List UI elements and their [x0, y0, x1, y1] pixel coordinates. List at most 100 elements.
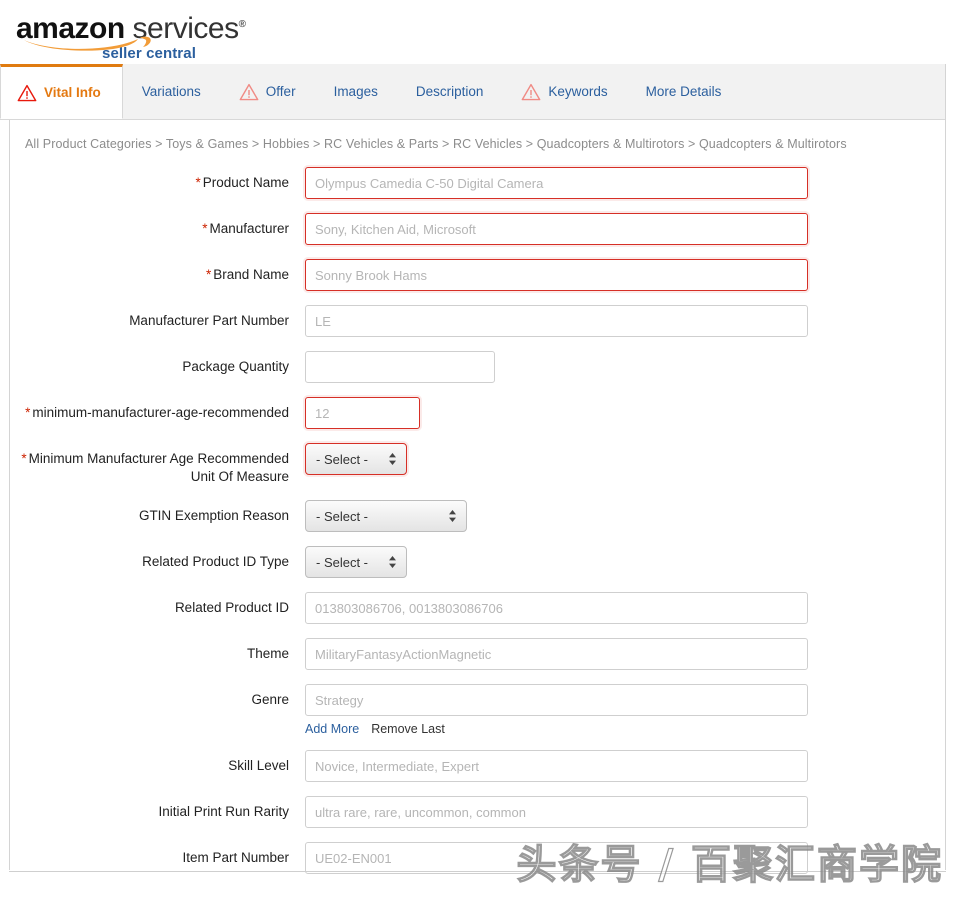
tab-keywords[interactable]: Keywords	[502, 64, 626, 119]
field-label-initial-print-run-rarity: Initial Print Run Rarity	[0, 796, 305, 821]
field-label-text: Brand Name	[213, 267, 289, 282]
field-label-manufacturer: * Manufacturer	[0, 213, 305, 238]
input-manufacturer[interactable]	[305, 213, 808, 245]
vital-info-form: *Product Name*Manufacturer*Brand NameMan…	[0, 151, 955, 874]
field-wrapper	[305, 397, 955, 429]
select-minimum-manufacturer-age-recommended-unit-of-measure[interactable]: - Select -	[305, 443, 407, 475]
required-marker: *	[202, 221, 208, 236]
add-more-link[interactable]: Add More	[305, 722, 359, 736]
tab-offer[interactable]: Offer	[220, 64, 315, 119]
page-bottom-divider	[9, 871, 946, 872]
field-wrapper: - Select -	[305, 546, 955, 578]
required-marker: *	[195, 175, 201, 190]
field-label-text: Manufacturer Part Number	[129, 313, 289, 328]
field-wrapper	[305, 796, 955, 828]
seller-central-page: amazon services® seller central Vital In…	[0, 0, 955, 898]
required-marker: *	[25, 405, 31, 420]
tab-more-details[interactable]: More Details	[627, 64, 741, 119]
field-wrapper	[305, 167, 955, 199]
tab-images[interactable]: Images	[315, 64, 397, 119]
select-wrapper: - Select -	[305, 546, 407, 578]
logo-wordmark: amazon services®	[16, 10, 246, 45]
breadcrumb[interactable]: All Product Categories > Toys & Games > …	[0, 120, 955, 151]
form-row-initial-print-run-rarity: Initial Print Run Rarity	[0, 796, 955, 828]
page-left-border	[9, 120, 10, 870]
tab-label: Offer	[265, 83, 296, 99]
field-label-text: Initial Print Run Rarity	[158, 804, 289, 819]
form-row-minimum-manufacturer-age-recommended: * minimum-manufacturer-age-recommended	[0, 397, 955, 429]
select-wrapper: - Select -	[305, 443, 407, 475]
input-brand-name[interactable]	[305, 259, 808, 291]
field-wrapper	[305, 213, 955, 245]
field-wrapper	[305, 750, 955, 782]
input-related-product-id[interactable]	[305, 592, 808, 624]
field-sublinks: Add More Remove Last	[305, 722, 955, 736]
field-wrapper	[305, 305, 955, 337]
form-row-product-name: * Product Name	[0, 167, 955, 199]
form-row-manufacturer-part-number: Manufacturer Part Number	[0, 305, 955, 337]
field-label-text: Minimum Manufacturer Age Recommended Uni…	[28, 451, 289, 484]
input-package-quantity[interactable]	[305, 351, 495, 383]
tab-list: Vital Info Variations Offer Images Descripti…	[0, 64, 945, 119]
field-label-text: GTIN Exemption Reason	[138, 508, 289, 523]
tab-label: Vital Info	[44, 84, 101, 100]
tab-label: Description	[415, 83, 484, 99]
field-label-text: Item Part Number	[182, 850, 289, 865]
tab-label: Images	[333, 83, 378, 99]
select-gtin-exemption-reason[interactable]: - Select -	[305, 500, 467, 532]
form-row-brand-name: * Brand Name	[0, 259, 955, 291]
tab-vital-info[interactable]: Vital Info	[0, 64, 123, 119]
input-genre[interactable]	[305, 684, 808, 716]
input-initial-print-run-rarity[interactable]	[305, 796, 808, 828]
form-row-gtin-exemption-reason: GTIN Exemption Reason - Select -	[0, 500, 955, 532]
input-product-name[interactable]	[305, 167, 808, 199]
field-wrapper: Add More Remove Last	[305, 684, 955, 736]
select-related-product-id-type[interactable]: - Select -	[305, 546, 407, 578]
page-header: amazon services® seller central	[0, 0, 955, 64]
form-row-manufacturer: * Manufacturer	[0, 213, 955, 245]
field-label-text: Related Product ID	[174, 600, 289, 615]
field-label-gtin-exemption-reason: GTIN Exemption Reason	[0, 500, 305, 525]
logo-trademark-icon: ®	[238, 19, 246, 30]
tab-bar: Vital Info Variations Offer Images Descripti…	[0, 64, 945, 120]
field-wrapper	[305, 259, 955, 291]
field-wrapper	[305, 592, 955, 624]
tab-description[interactable]: Description	[397, 64, 503, 119]
tab-label: More Details	[645, 83, 722, 99]
field-label-theme: Theme	[0, 638, 305, 663]
required-marker: *	[205, 267, 212, 282]
field-label-related-product-id: Related Product ID	[0, 592, 305, 617]
warning-triangle-icon	[239, 83, 259, 101]
logo-services-text: services	[132, 12, 240, 45]
input-manufacturer-part-number[interactable]	[305, 305, 808, 337]
field-label-text: minimum-manufacturer-age-recommended	[32, 405, 289, 420]
field-label-genre: Genre	[0, 684, 305, 709]
field-label-item-part-number: Item Part Number	[0, 842, 305, 867]
select-wrapper: - Select -	[305, 500, 467, 532]
tab-variations[interactable]: Variations	[123, 64, 220, 119]
field-label-brand-name: * Brand Name	[0, 259, 305, 284]
remove-last-link[interactable]: Remove Last	[371, 722, 445, 736]
field-label-text: Theme	[246, 646, 289, 661]
input-skill-level[interactable]	[305, 750, 808, 782]
form-row-package-quantity: Package Quantity	[0, 351, 955, 383]
field-label-minimum-manufacturer-age-recommended-unit-of-measure: * Minimum Manufacturer Age Recommended Un…	[0, 443, 305, 486]
tab-label: Variations	[141, 83, 201, 99]
required-marker: *	[21, 451, 27, 466]
field-wrapper	[305, 351, 955, 383]
field-label-text: Related Product ID Type	[142, 554, 289, 569]
field-wrapper	[305, 638, 955, 670]
form-row-skill-level: Skill Level	[0, 750, 955, 782]
logo-amazon-text: amazon	[16, 12, 125, 45]
input-minimum-manufacturer-age-recommended[interactable]	[305, 397, 420, 429]
field-wrapper: - Select -	[305, 500, 955, 532]
field-label-text: Package Quantity	[182, 359, 289, 374]
field-label-text: Product Name	[202, 175, 289, 190]
input-item-part-number[interactable]	[305, 842, 808, 874]
warning-triangle-icon	[521, 83, 541, 101]
field-wrapper: - Select -	[305, 443, 955, 475]
field-label-skill-level: Skill Level	[0, 750, 305, 775]
form-row-related-product-id: Related Product ID	[0, 592, 955, 624]
input-theme[interactable]	[305, 638, 808, 670]
form-row-minimum-manufacturer-age-recommended-unit-of-measure: * Minimum Manufacturer Age Recommended Un…	[0, 443, 955, 486]
